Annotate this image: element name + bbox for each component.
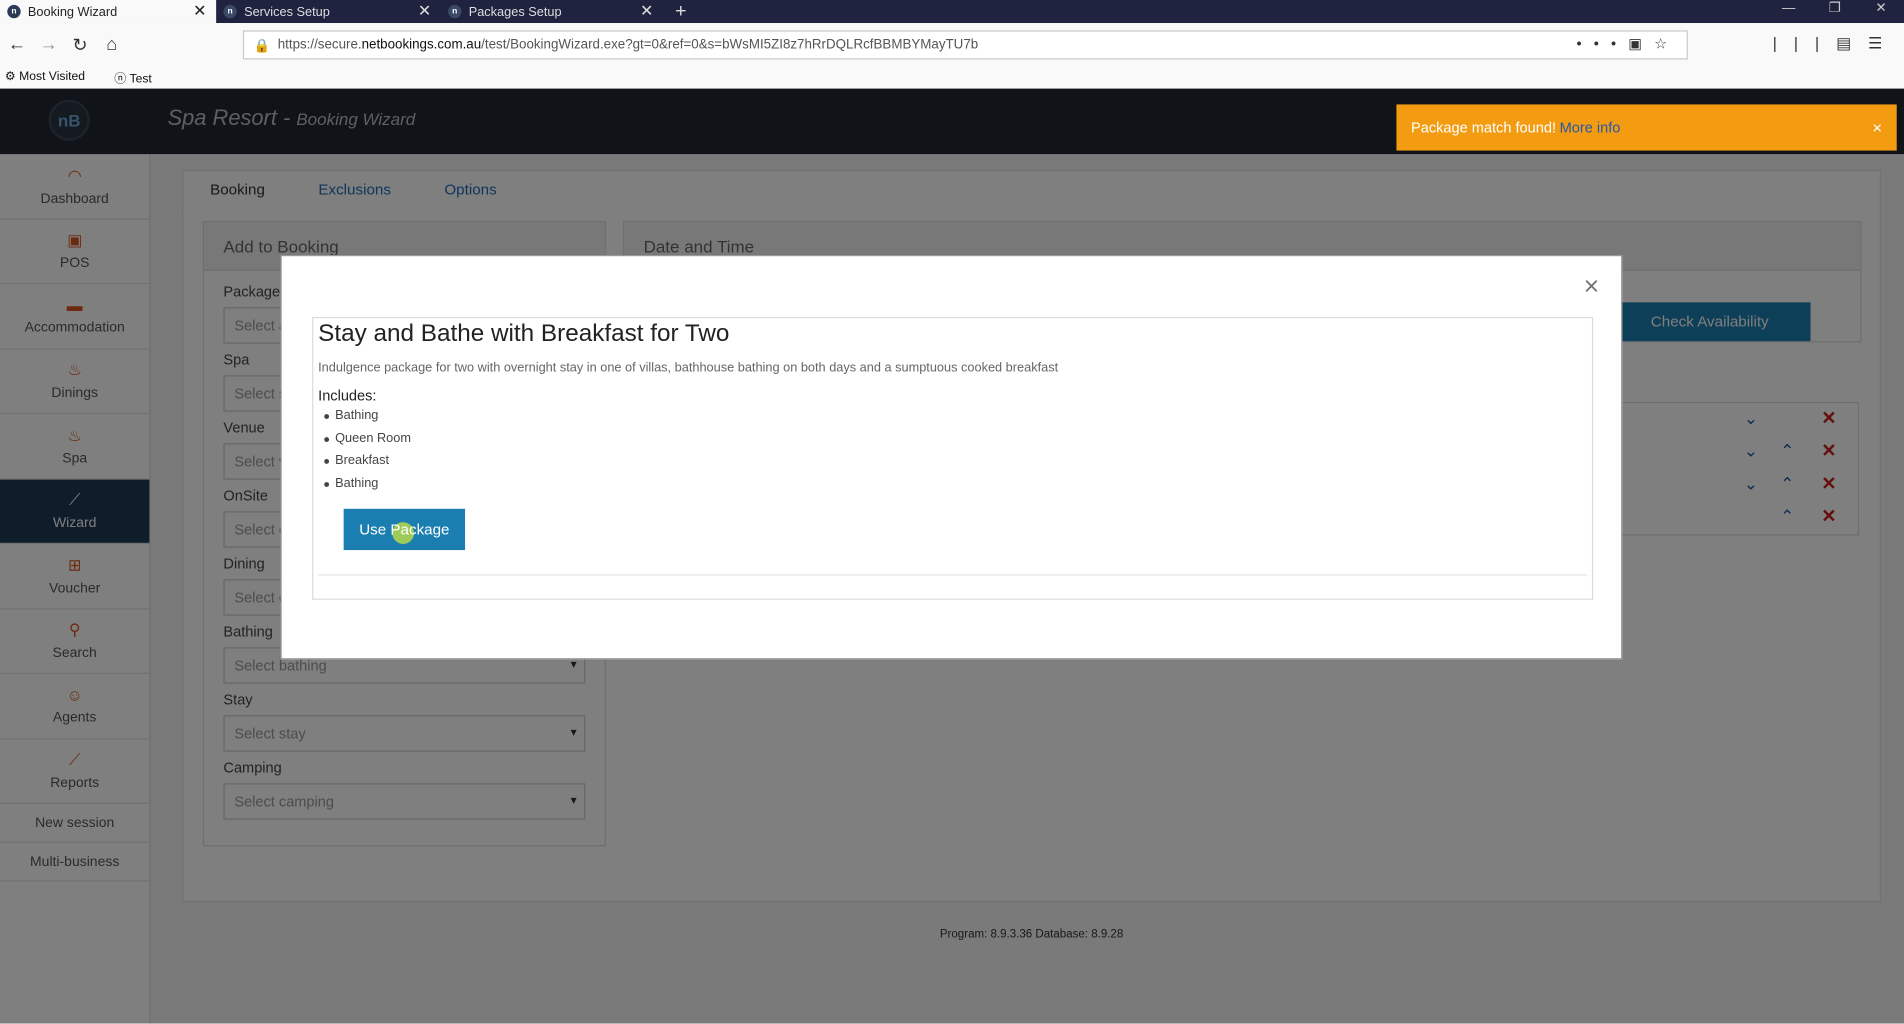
- list-item: Breakfast: [324, 453, 411, 475]
- new-tab-button[interactable]: +: [663, 0, 699, 23]
- lock-icon: 🔒: [253, 38, 271, 53]
- home-icon[interactable]: ⌂: [97, 34, 126, 55]
- back-arrow-icon[interactable]: ←: [2, 34, 31, 55]
- toast-close-icon[interactable]: ×: [1872, 118, 1882, 137]
- minimize-icon[interactable]: —: [1766, 0, 1812, 17]
- bookmark-test[interactable]: ⓝ Test: [114, 68, 166, 86]
- package-description: Indulgence package for two with overnigh…: [318, 360, 1059, 376]
- netbookings-favicon-icon: n: [223, 4, 237, 19]
- netbookings-favicon-icon: n: [7, 4, 21, 19]
- list-item: Bathing: [324, 475, 411, 497]
- page-actions: •••▣☆: [1576, 35, 1679, 52]
- use-package-button[interactable]: Use Package: [343, 508, 466, 551]
- url-text: https://secure.netbookings.com.au/test/B…: [277, 37, 979, 53]
- url-bar[interactable]: 🔒 https://secure.netbookings.com.au/test…: [242, 30, 1688, 60]
- includes-label: Includes:: [318, 387, 377, 405]
- menu-icon[interactable]: ☰: [1868, 34, 1899, 52]
- close-tab-icon[interactable]: ✕: [193, 1, 206, 20]
- use-package-label: Use Package: [359, 520, 450, 538]
- bookmark-most-visited[interactable]: ⚙ Most Visited: [5, 70, 100, 83]
- bookmarks-bar: ⚙ Most Visited ⓝ Test: [0, 65, 1904, 89]
- package-card: Stay and Bathe with Breakfast for Two In…: [312, 316, 1594, 600]
- package-title: Stay and Bathe with Breakfast for Two: [318, 320, 730, 348]
- list-item: Bathing: [324, 408, 411, 430]
- toolbar-icons: |||▤☰: [1773, 34, 1899, 53]
- tab-title: Booking Wizard: [27, 4, 118, 19]
- includes-list: Bathing Queen Room Breakfast Bathing: [324, 408, 411, 498]
- browser-tab-bar: n Booking Wizard ✕ n Services Setup ✕ n …: [0, 0, 1904, 24]
- sidebar-toggle-icon[interactable]: ▤: [1836, 34, 1868, 52]
- browser-nav-bar: ← → ↻ ⌂ 🔒 https://secure.netbookings.com…: [0, 23, 1904, 66]
- close-tab-icon[interactable]: ✕: [418, 1, 431, 20]
- browser-tab-packages-setup[interactable]: n Packages Setup ✕: [441, 0, 663, 23]
- reload-icon[interactable]: ↻: [66, 33, 95, 56]
- package-modal: × Stay and Bathe with Breakfast for Two …: [280, 255, 1623, 660]
- tab-title: Services Setup: [244, 4, 330, 19]
- more-actions-icon[interactable]: •••: [1576, 35, 1628, 52]
- window-close-icon[interactable]: ✕: [1858, 0, 1904, 17]
- library-icon[interactable]: |||: [1773, 34, 1836, 52]
- pocket-icon[interactable]: ▣: [1628, 35, 1654, 52]
- bookmark-label: Test: [129, 72, 152, 87]
- modal-close-icon[interactable]: ×: [1584, 271, 1600, 303]
- package-match-toast: Package match found! More info ×: [1396, 104, 1897, 151]
- list-item: Queen Room: [324, 430, 411, 452]
- browser-tab-services-setup[interactable]: n Services Setup ✕: [216, 0, 441, 23]
- restore-icon[interactable]: ❐: [1812, 0, 1858, 17]
- toast-message: Package match found!: [1411, 119, 1557, 137]
- divider: [318, 574, 1588, 576]
- forward-arrow-icon[interactable]: →: [34, 34, 63, 55]
- bookmark-label: Most Visited: [19, 70, 86, 84]
- tab-title: Packages Setup: [468, 4, 562, 19]
- close-tab-icon[interactable]: ✕: [640, 1, 653, 20]
- bookmark-star-icon[interactable]: ☆: [1654, 35, 1679, 52]
- more-info-link[interactable]: More info: [1560, 119, 1621, 136]
- window-controls: — ❐ ✕: [1766, 0, 1904, 17]
- browser-tab-booking-wizard[interactable]: n Booking Wizard ✕: [0, 0, 217, 24]
- netbookings-favicon-icon: n: [448, 4, 462, 19]
